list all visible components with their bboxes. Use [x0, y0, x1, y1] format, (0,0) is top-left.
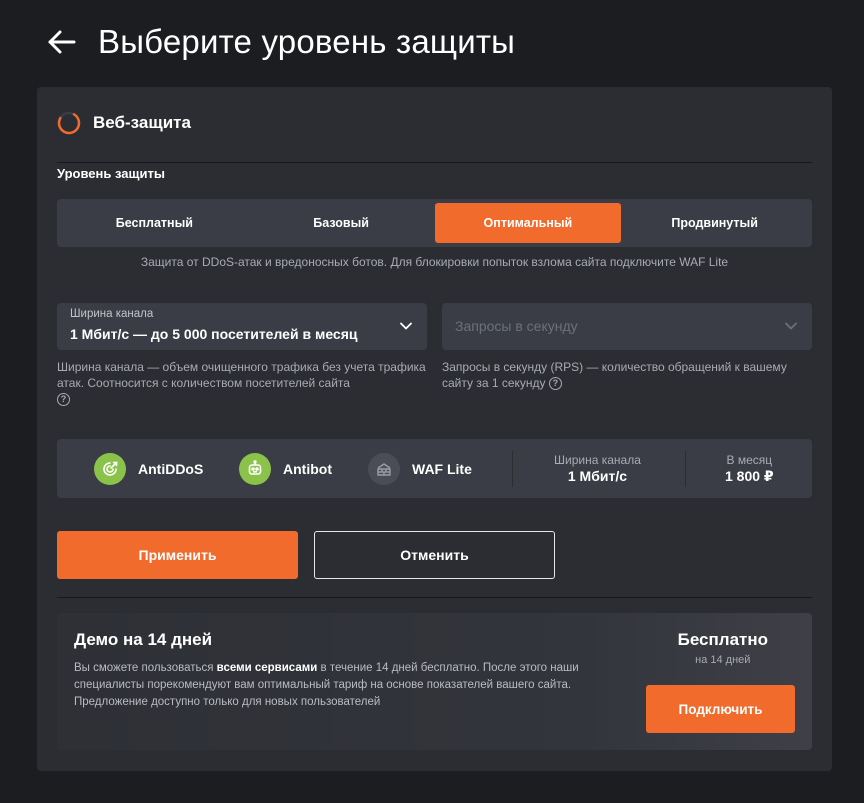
feature-antiddos: AntiDDoS — [94, 453, 203, 485]
bandwidth-select[interactable]: Ширина канала 1 Мбит/с — до 5 000 посети… — [57, 303, 427, 350]
rps-help-text: Запросы в секунду (RPS) — количество обр… — [442, 360, 787, 390]
feature-name: WAF Lite — [412, 461, 472, 477]
demo-text-start: Вы сможете пользоваться — [74, 662, 217, 674]
demo-description: Вы сможете пользоваться всеми сервисами … — [74, 660, 619, 711]
rps-select[interactable]: Запросы в секунду — [442, 303, 812, 350]
demo-price-value: Бесплатно — [677, 630, 768, 649]
tab-optimal[interactable]: Оптимальный — [434, 203, 622, 243]
bandwidth-select-label: Ширина канала — [70, 308, 154, 320]
section-title: Веб-защита — [93, 112, 191, 132]
rps-help: Запросы в секунду (RPS) — количество обр… — [442, 359, 812, 391]
price-summary: В месяц 1 800 ₽ — [725, 453, 774, 485]
page-title: Выберите уровень защиты — [98, 23, 516, 60]
robot-icon — [239, 453, 271, 485]
tab-free[interactable]: Бесплатный — [61, 203, 248, 243]
demo-price-period: на 14 дней — [695, 654, 751, 666]
spinner-icon — [57, 111, 81, 134]
chevron-down-icon — [785, 322, 797, 330]
protection-card: Веб-защита Уровень защиты Бесплатный Баз… — [37, 87, 832, 771]
feature-name: AntiDDoS — [138, 461, 204, 477]
bandwidth-help: Ширина канала — объем очищенного трафика… — [57, 359, 427, 407]
rps-select-placeholder: Запросы в секунду — [455, 318, 578, 334]
help-icon[interactable]: ? — [57, 393, 70, 407]
feature-waf-lite: WAF Lite — [368, 453, 472, 485]
demo-price: Бесплатно на 14 дней — [678, 630, 768, 666]
demo-text-highlight: всеми сервисами — [216, 662, 318, 674]
feature-antibot: Antibot — [239, 453, 332, 485]
page-header: Выберите уровень защиты — [44, 20, 515, 64]
help-icon[interactable]: ? — [548, 377, 562, 391]
demo-banner: Демо на 14 дней Вы сможете пользоваться … — [57, 613, 812, 750]
connect-button[interactable]: Подключить — [646, 685, 795, 733]
stat-value: 1 Мбит/с — [567, 468, 627, 484]
bandwidth-select-value: 1 Мбит/с — до 5 000 посетителей в месяц — [70, 326, 358, 342]
cancel-button[interactable]: Отменить — [314, 531, 555, 579]
antiddos-icon — [94, 453, 126, 485]
stat-value: 1 800 ₽ — [725, 468, 774, 484]
divider — [57, 597, 812, 598]
feature-name: Antibot — [283, 461, 332, 477]
bandwidth-help-text: Ширина канала — объем очищенного трафика… — [57, 360, 426, 390]
divider — [512, 451, 513, 487]
demo-title: Демо на 14 дней — [74, 630, 213, 649]
plan-summary: AntiDDoS Antibot WAF Lite Ширина канала … — [57, 439, 812, 498]
stat-label: Ширина канала — [554, 453, 641, 467]
bandwidth-summary: Ширина канала 1 Мбит/с — [554, 453, 641, 484]
stat-label: В месяц — [726, 453, 773, 467]
firewall-icon — [368, 453, 400, 485]
back-arrow-icon[interactable] — [44, 24, 80, 60]
tier-description: Защита от DDoS-атак и вредоносных ботов.… — [140, 255, 729, 269]
apply-button[interactable]: Применить — [57, 531, 298, 579]
chevron-down-icon — [400, 322, 412, 330]
divider — [685, 451, 686, 487]
protection-level-label: Уровень защиты — [57, 166, 165, 181]
section-header: Веб-защита — [57, 101, 812, 163]
protection-level-tabs: Бесплатный Базовый Оптимальный Продвинут… — [57, 199, 812, 247]
tab-advanced[interactable]: Продвинутый — [621, 203, 808, 243]
tab-basic[interactable]: Базовый — [248, 203, 435, 243]
